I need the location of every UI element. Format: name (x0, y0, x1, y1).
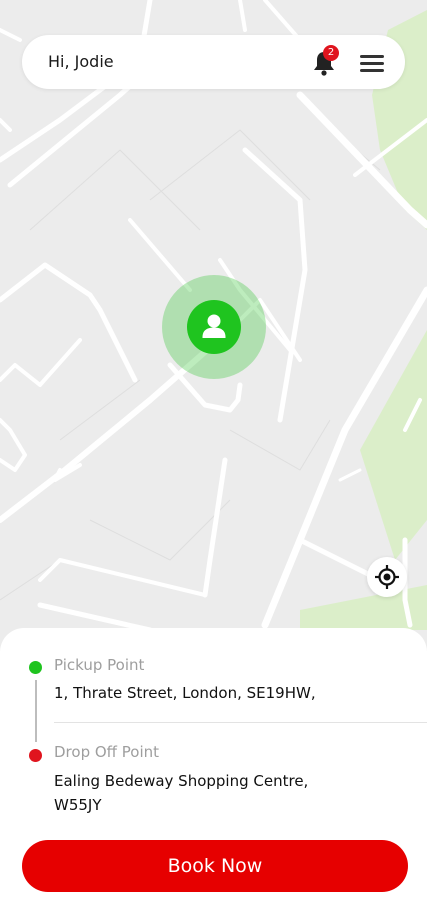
dropoff-address-line1: Ealing Bedeway Shopping Centre, (54, 772, 309, 790)
divider (54, 722, 427, 723)
dropoff-address-line2: W55JY (54, 796, 102, 814)
pickup-address[interactable]: 1, Thrate Street, London, SE19HW, (54, 681, 316, 705)
notification-badge: 2 (323, 45, 339, 61)
greeting-text: Hi, Jodie (48, 52, 114, 71)
trip-details-sheet: Pickup Point 1, Thrate Street, London, S… (0, 628, 427, 900)
user-location-marker (162, 275, 266, 379)
person-icon (187, 300, 241, 354)
dropoff-address[interactable]: Ealing Bedeway Shopping Centre, W55JY (54, 769, 308, 817)
locate-me-button[interactable] (367, 557, 407, 597)
hamburger-menu-icon[interactable] (358, 52, 386, 74)
book-now-button[interactable]: Book Now (22, 840, 408, 892)
top-bar: Hi, Jodie 2 (22, 35, 405, 89)
route-connector (35, 680, 37, 742)
dropoff-label: Drop Off Point (54, 743, 160, 761)
crosshair-locate-icon (375, 565, 399, 589)
pickup-label: Pickup Point (54, 656, 145, 674)
pickup-dot-icon (29, 661, 42, 674)
dropoff-dot-icon (29, 749, 42, 762)
